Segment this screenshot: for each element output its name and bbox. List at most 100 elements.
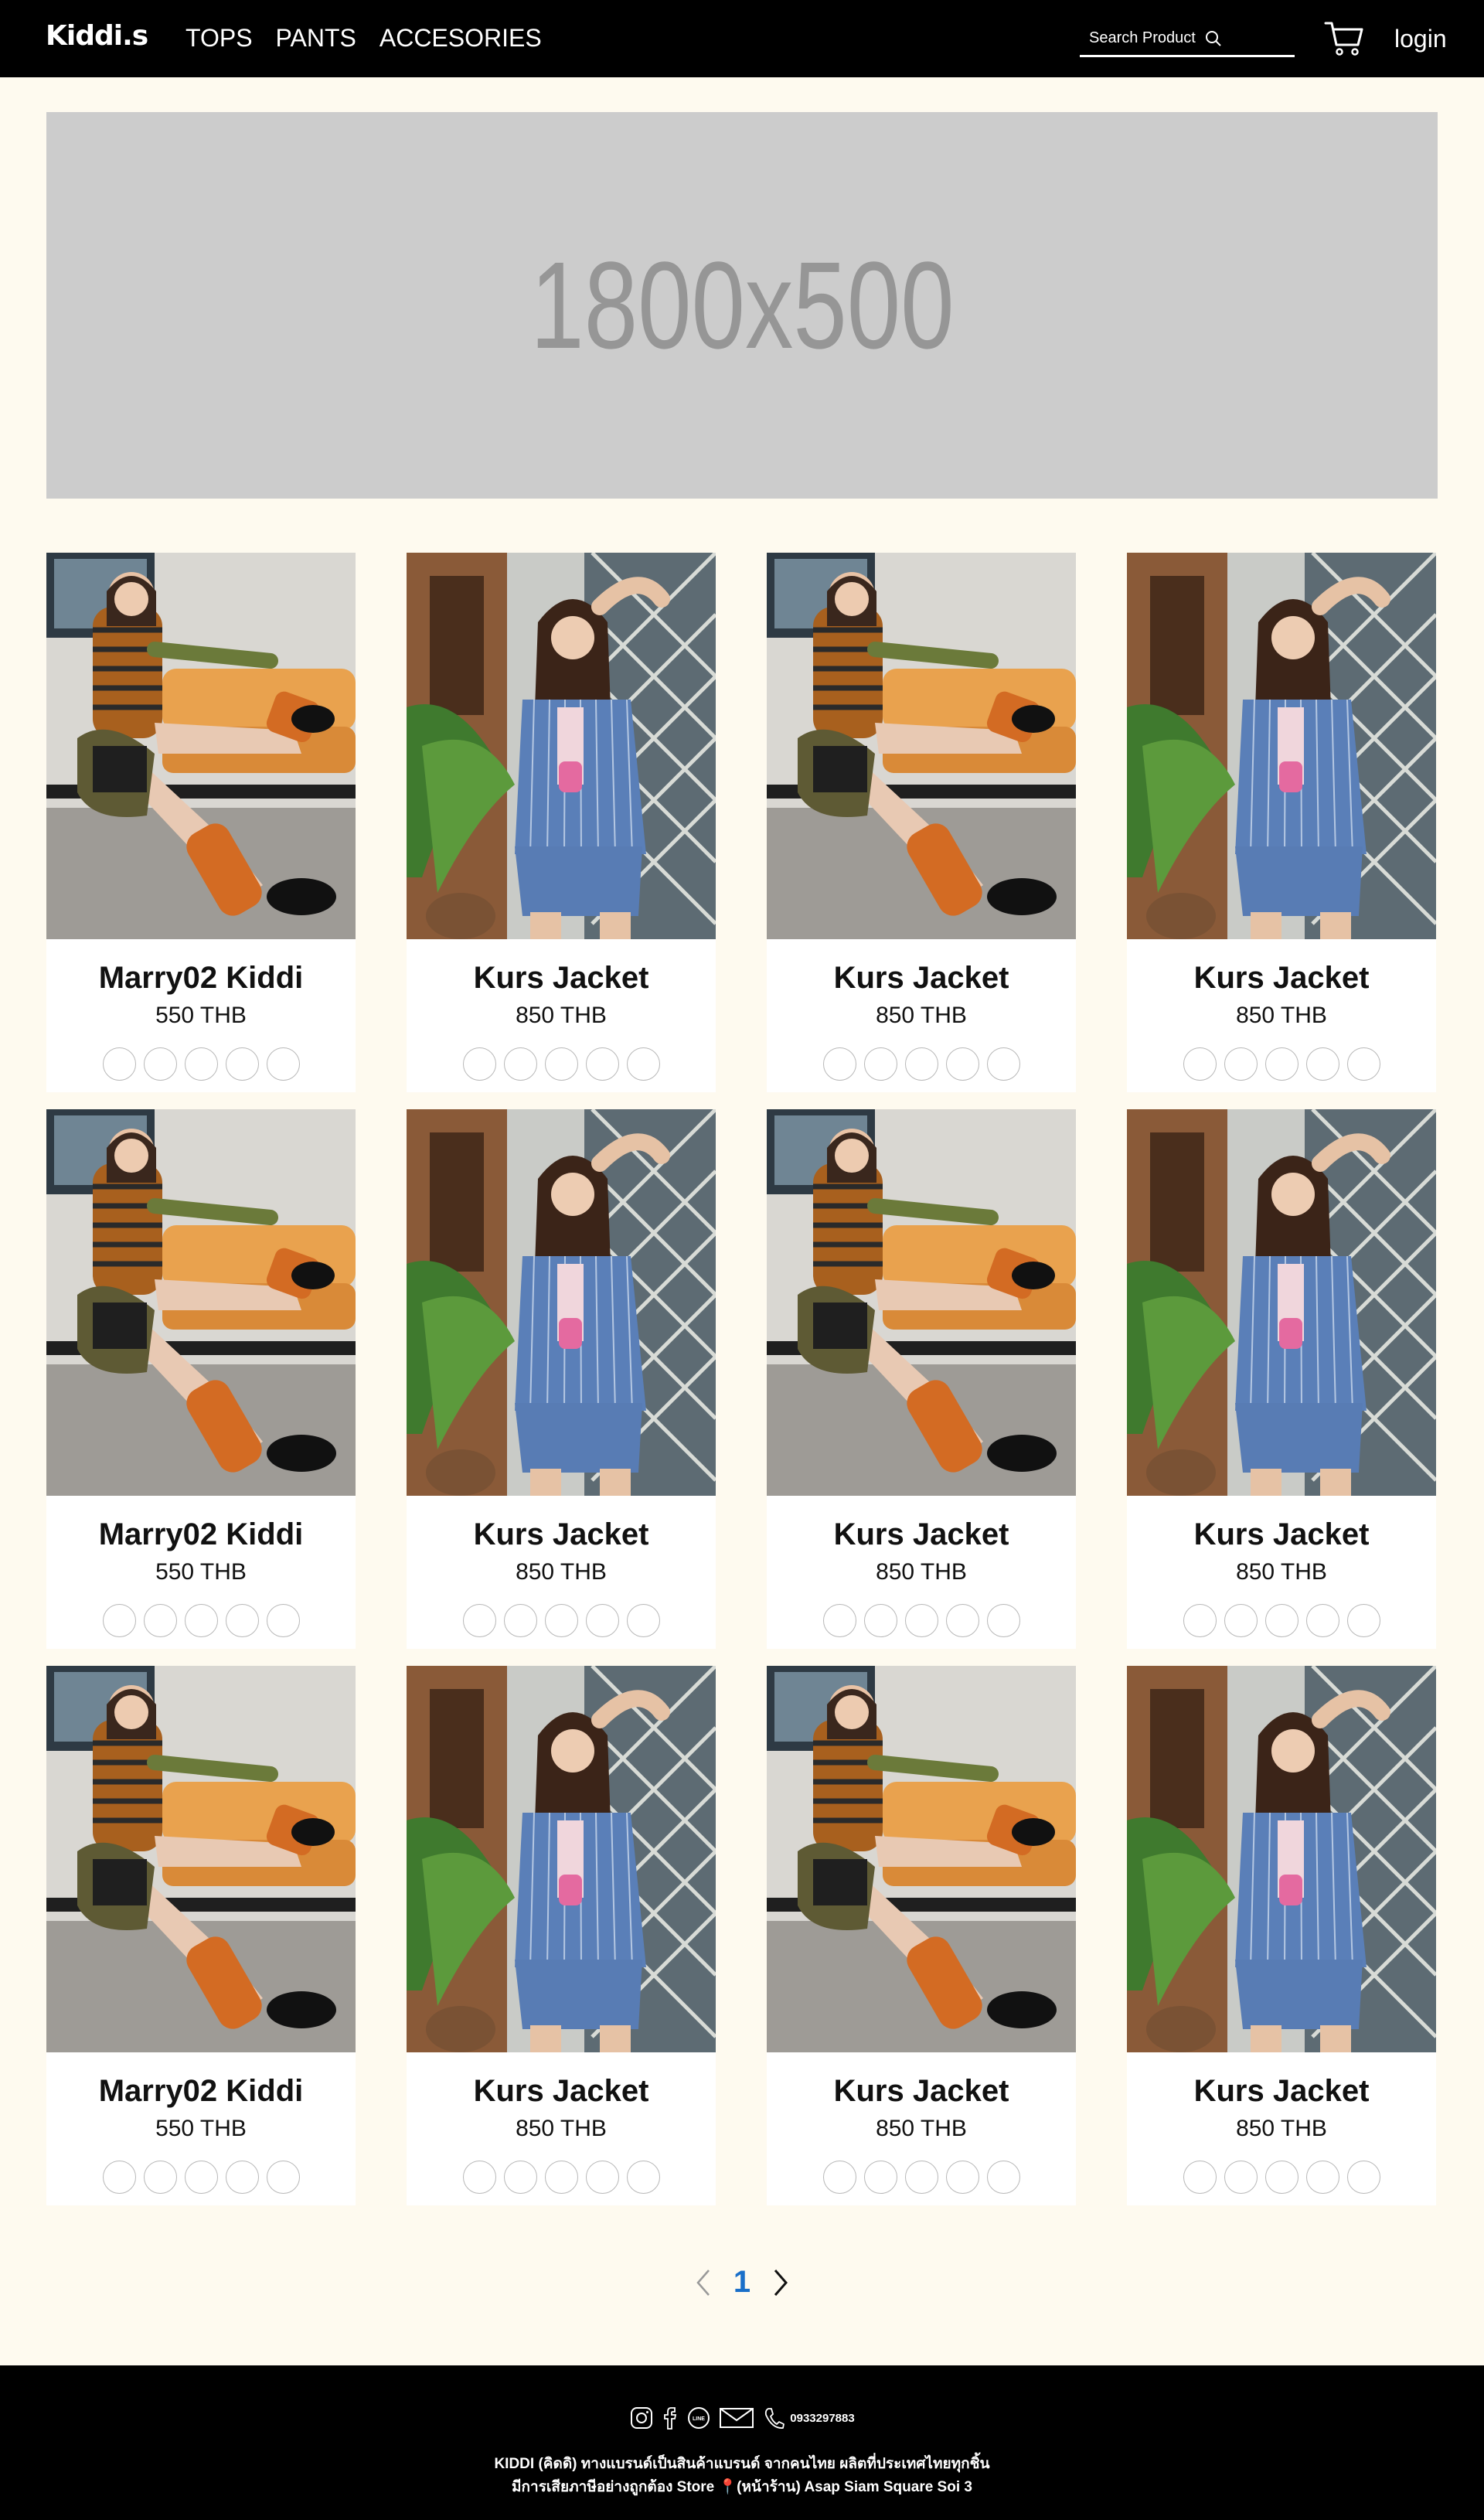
instagram-icon[interactable] xyxy=(629,2406,654,2430)
phone-icon[interactable] xyxy=(762,2406,785,2430)
color-swatch[interactable] xyxy=(143,2161,177,2194)
color-swatch[interactable] xyxy=(184,1604,218,1637)
product-photo[interactable] xyxy=(46,1666,356,2052)
phone-number[interactable]: 0933297883 xyxy=(790,2412,854,2425)
nav-tops[interactable]: TOPS xyxy=(186,24,253,53)
product-name[interactable]: Kurs Jacket xyxy=(1127,1519,1436,1550)
color-swatch[interactable] xyxy=(585,2161,619,2194)
product-photo[interactable] xyxy=(1127,1109,1436,1496)
product-card[interactable]: Kurs Jacket 850 THB xyxy=(1127,1109,1436,1649)
color-swatch[interactable] xyxy=(544,1604,578,1637)
mail-icon[interactable] xyxy=(719,2406,754,2430)
color-swatch[interactable] xyxy=(143,1047,177,1081)
color-swatch[interactable] xyxy=(626,1604,660,1637)
color-swatch[interactable] xyxy=(626,2161,660,2194)
product-name[interactable]: Marry02 Kiddi xyxy=(46,2076,356,2106)
product-name[interactable]: Marry02 Kiddi xyxy=(46,1519,356,1550)
color-swatch[interactable] xyxy=(1305,1604,1339,1637)
product-photo[interactable] xyxy=(407,553,716,939)
chevron-left-icon[interactable] xyxy=(693,2267,713,2298)
color-swatch[interactable] xyxy=(822,2161,856,2194)
color-swatch[interactable] xyxy=(1346,1604,1380,1637)
chevron-right-icon[interactable] xyxy=(771,2267,791,2298)
color-swatch[interactable] xyxy=(102,1604,136,1637)
product-card[interactable]: Kurs Jacket 850 THB xyxy=(767,1109,1076,1649)
color-swatch[interactable] xyxy=(1224,1604,1258,1637)
product-photo[interactable] xyxy=(1127,553,1436,939)
nav-accesories[interactable]: ACCESORIES xyxy=(380,24,542,53)
line-icon[interactable]: LINE xyxy=(686,2406,711,2430)
color-swatch[interactable] xyxy=(1224,1047,1258,1081)
product-name[interactable]: Kurs Jacket xyxy=(407,962,716,993)
nav-pants[interactable]: PANTS xyxy=(276,24,356,53)
color-swatch[interactable] xyxy=(225,1047,259,1081)
cart-icon[interactable] xyxy=(1324,19,1364,57)
color-swatch[interactable] xyxy=(1346,1047,1380,1081)
color-swatch[interactable] xyxy=(1264,1604,1298,1637)
product-name[interactable]: Kurs Jacket xyxy=(767,1519,1076,1550)
color-swatch[interactable] xyxy=(1183,2161,1217,2194)
color-swatch[interactable] xyxy=(863,1604,897,1637)
product-card[interactable]: Kurs Jacket 850 THB xyxy=(407,1109,716,1649)
login-link[interactable]: login xyxy=(1394,25,1447,53)
product-name[interactable]: Kurs Jacket xyxy=(1127,2076,1436,2106)
search-input[interactable] xyxy=(1080,29,1203,47)
color-swatch[interactable] xyxy=(863,2161,897,2194)
color-swatch[interactable] xyxy=(986,1047,1020,1081)
color-swatch[interactable] xyxy=(184,2161,218,2194)
color-swatch[interactable] xyxy=(102,2161,136,2194)
product-name[interactable]: Kurs Jacket xyxy=(407,2076,716,2106)
color-swatch[interactable] xyxy=(585,1604,619,1637)
color-swatch[interactable] xyxy=(585,1047,619,1081)
color-swatch[interactable] xyxy=(945,1047,979,1081)
product-card[interactable]: Kurs Jacket 850 THB xyxy=(407,1666,716,2205)
search-icon[interactable] xyxy=(1205,30,1222,47)
color-swatch[interactable] xyxy=(863,1047,897,1081)
color-swatch[interactable] xyxy=(1264,2161,1298,2194)
color-swatch[interactable] xyxy=(184,1047,218,1081)
page-number-current[interactable]: 1 xyxy=(733,2265,751,2300)
product-photo[interactable] xyxy=(407,1666,716,2052)
color-swatch[interactable] xyxy=(945,2161,979,2194)
brand-logo[interactable]: Kiddi.s xyxy=(46,20,148,52)
color-swatch[interactable] xyxy=(1224,2161,1258,2194)
color-swatch[interactable] xyxy=(462,1604,496,1637)
color-swatch[interactable] xyxy=(822,1047,856,1081)
product-name[interactable]: Kurs Jacket xyxy=(767,962,1076,993)
product-card[interactable]: Kurs Jacket 850 THB xyxy=(767,553,1076,1092)
product-photo[interactable] xyxy=(46,553,356,939)
color-swatch[interactable] xyxy=(503,2161,537,2194)
color-swatch[interactable] xyxy=(1264,1047,1298,1081)
product-card[interactable]: Kurs Jacket 850 THB xyxy=(1127,1666,1436,2205)
product-name[interactable]: Kurs Jacket xyxy=(767,2076,1076,2106)
hero-banner[interactable]: 1800x500 xyxy=(46,112,1438,499)
color-swatch[interactable] xyxy=(904,1604,938,1637)
color-swatch[interactable] xyxy=(503,1604,537,1637)
color-swatch[interactable] xyxy=(1183,1047,1217,1081)
color-swatch[interactable] xyxy=(986,2161,1020,2194)
product-photo[interactable] xyxy=(1127,1666,1436,2052)
color-swatch[interactable] xyxy=(462,1047,496,1081)
color-swatch[interactable] xyxy=(1305,1047,1339,1081)
color-swatch[interactable] xyxy=(544,2161,578,2194)
color-swatch[interactable] xyxy=(503,1047,537,1081)
color-swatch[interactable] xyxy=(462,2161,496,2194)
color-swatch[interactable] xyxy=(266,1047,300,1081)
color-swatch[interactable] xyxy=(904,1047,938,1081)
color-swatch[interactable] xyxy=(143,1604,177,1637)
product-card[interactable]: Marry02 Kiddi 550 THB xyxy=(46,553,356,1092)
color-swatch[interactable] xyxy=(266,1604,300,1637)
color-swatch[interactable] xyxy=(225,1604,259,1637)
color-swatch[interactable] xyxy=(822,1604,856,1637)
product-name[interactable]: Marry02 Kiddi xyxy=(46,962,356,993)
product-name[interactable]: Kurs Jacket xyxy=(1127,962,1436,993)
product-name[interactable]: Kurs Jacket xyxy=(407,1519,716,1550)
product-photo[interactable] xyxy=(767,1109,1076,1496)
color-swatch[interactable] xyxy=(102,1047,136,1081)
color-swatch[interactable] xyxy=(225,2161,259,2194)
color-swatch[interactable] xyxy=(1305,2161,1339,2194)
color-swatch[interactable] xyxy=(544,1047,578,1081)
color-swatch[interactable] xyxy=(945,1604,979,1637)
color-swatch[interactable] xyxy=(626,1047,660,1081)
facebook-icon[interactable] xyxy=(662,2406,679,2430)
